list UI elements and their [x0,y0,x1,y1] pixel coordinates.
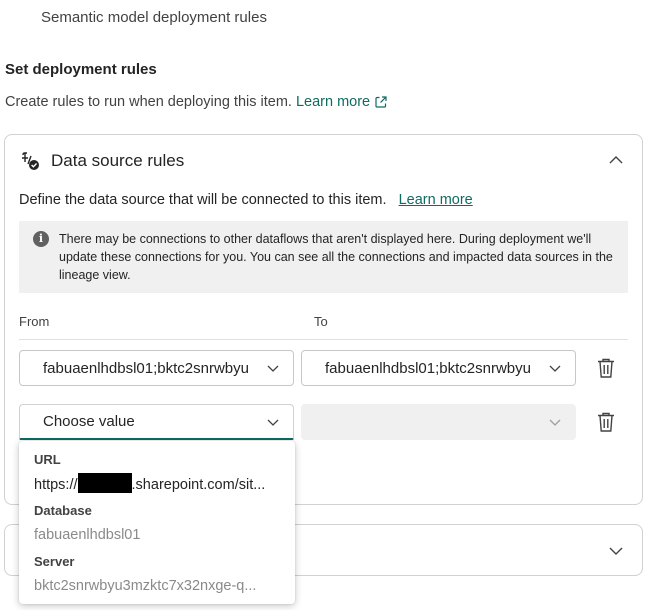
url-value: https:// .sharepoint.com/sit... [34,473,280,495]
listbox-option-url[interactable]: URL https:// .sharepoint.com/sit... [34,451,280,502]
chevron-down-icon [267,419,279,426]
server-label: Server [34,554,75,569]
data-source-icon [22,152,39,170]
rule1-to-value: fabuaenlhdbsl01;bktc2snrwbyu [325,359,531,377]
column-divider [19,339,628,340]
card-description: Define the data source that will be conn… [19,192,473,208]
rule2-from-dropdown[interactable]: Choose value [19,404,294,440]
chevron-down-icon [267,365,279,372]
url-prefix: https:// [34,477,78,493]
page-title: Semantic model deployment rules [41,9,267,26]
card-title: Data source rules [51,151,185,170]
chevron-down-icon [549,365,561,372]
database-value: fabuaenlhdbsl01 [34,527,141,543]
from-column-header: From [19,314,50,329]
chevron-up-icon[interactable] [607,151,625,169]
card-learn-more-link[interactable]: Learn more [399,192,473,208]
listbox-option-database[interactable]: Database fabuaenlhdbsl01 [34,502,280,553]
rule1-to-dropdown[interactable]: fabuaenlhdbsl01;bktc2snrwbyu [301,350,576,386]
section-heading: Set deployment rules [5,61,157,78]
info-icon: i [33,231,49,247]
external-link-icon [375,96,387,108]
rule2-from-placeholder: Choose value [43,413,135,430]
learn-more-link[interactable]: Learn more [296,94,388,110]
choose-value-listbox[interactable]: URL https:// .sharepoint.com/sit... Datab… [19,441,295,604]
url-label: URL [34,452,61,467]
card-header[interactable]: Data source rules [19,150,184,172]
redacted-block [77,473,132,493]
chevron-down-icon [549,419,561,426]
trash-icon[interactable] [596,411,616,433]
server-value: bktc2snrwbyu3mzktc7x32nxge-q... [34,578,257,594]
card-description-text: Define the data source that will be conn… [19,192,387,208]
rule1-from-dropdown[interactable]: fabuaenlhdbsl01;bktc2snrwbyu [19,350,294,386]
rule2-to-dropdown [301,404,576,440]
url-suffix: .sharepoint.com/sit... [131,477,266,493]
rule1-from-value: fabuaenlhdbsl01;bktc2snrwbyu [43,359,249,377]
trash-icon[interactable] [596,357,616,379]
to-column-header: To [314,314,328,329]
database-label: Database [34,503,92,518]
learn-more-label: Learn more [295,94,371,110]
section-description-text: Create rules to run when deploying this … [5,94,292,110]
chevron-down-icon[interactable] [607,542,625,560]
info-message-text: There may be connections to other datafl… [59,232,613,282]
listbox-option-server[interactable]: Server bktc2snrwbyu3mzktc7x32nxge-q... [34,553,280,604]
info-message-bar: i There may be connections to other data… [19,221,628,293]
section-description: Create rules to run when deploying this … [5,94,388,110]
